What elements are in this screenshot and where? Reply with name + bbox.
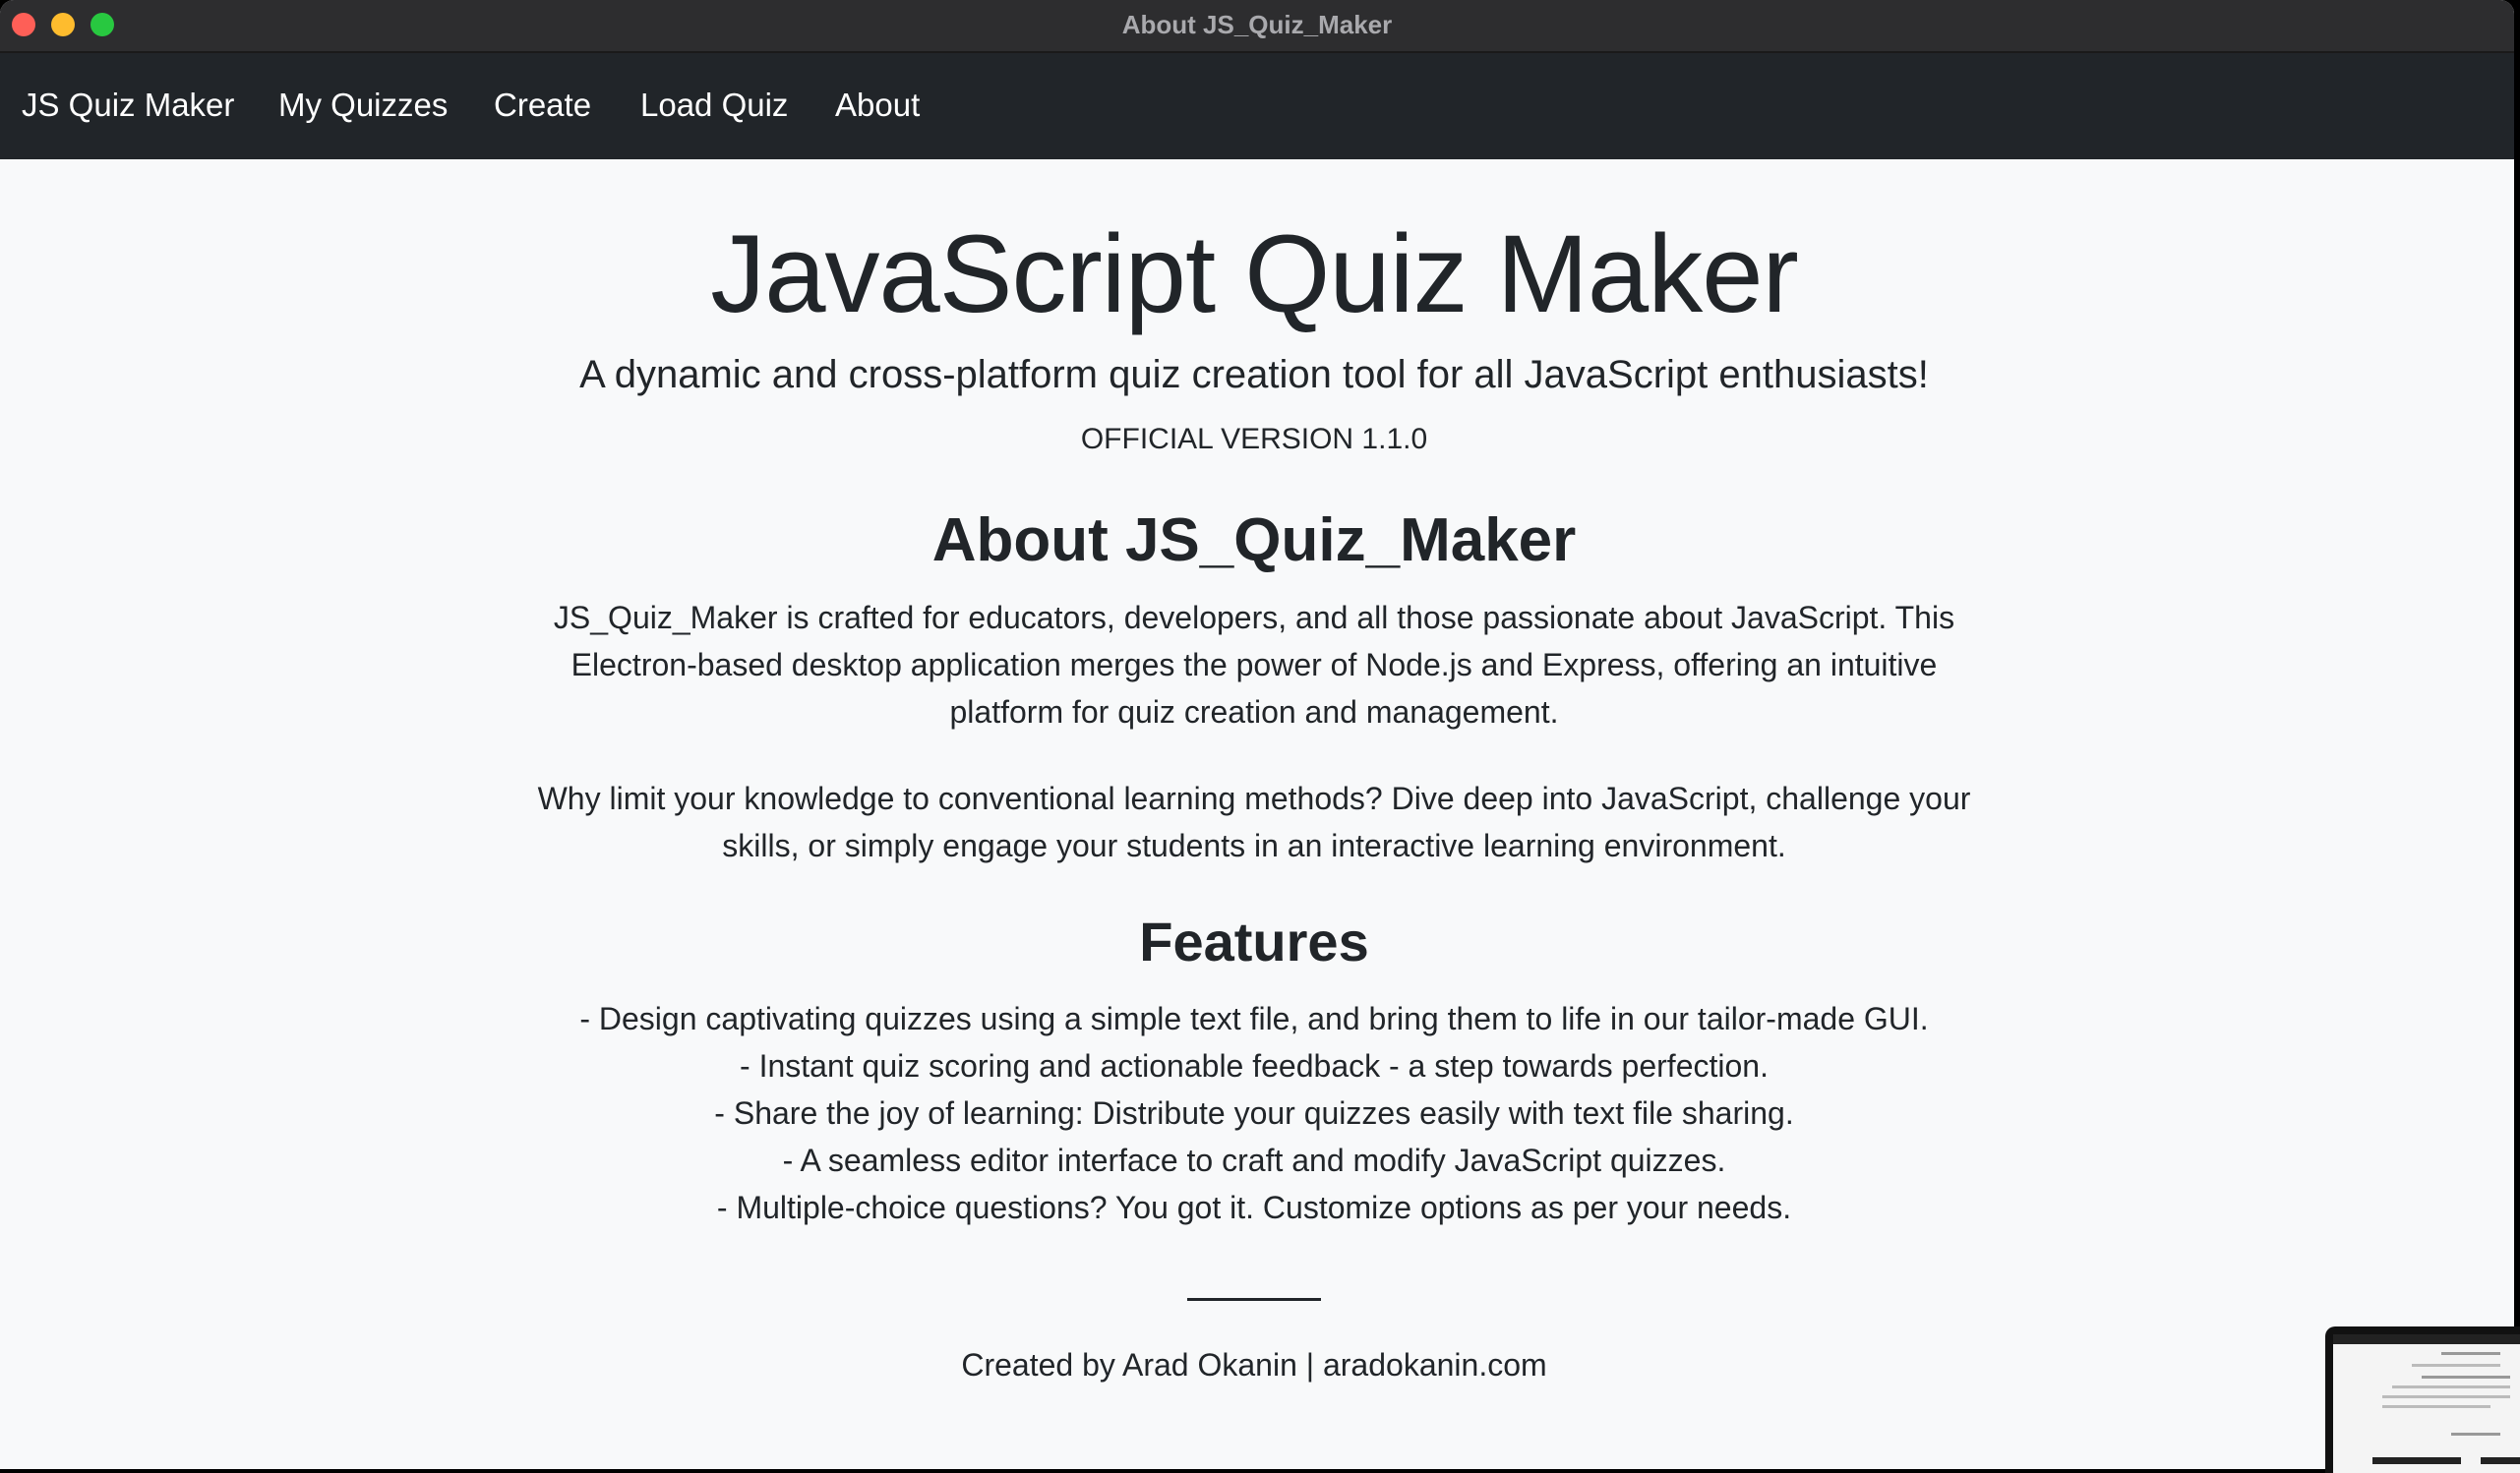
navbar: JS Quiz Maker My Quizzes Create Load Qui… (0, 53, 2514, 159)
hero-lead: A dynamic and cross-platform quiz creati… (579, 353, 1929, 396)
thumbnail-line (2382, 1405, 2490, 1408)
navbar-brand-link[interactable]: JS Quiz Maker (22, 87, 234, 124)
hero-title: JavaScript Quiz Maker (710, 212, 1799, 335)
feature-item: - A seamless editor interface to craft a… (782, 1143, 1726, 1178)
thumbnail-button (2481, 1457, 2520, 1464)
thumbnail-button (2372, 1457, 2461, 1464)
thumbnail-line (2382, 1395, 2510, 1398)
feature-item: - Share the joy of learning: Distribute … (714, 1095, 1794, 1131)
about-heading: About JS_Quiz_Maker (931, 506, 1577, 574)
nav-link-load-quiz[interactable]: Load Quiz (640, 87, 788, 124)
version-label: OFFICIAL VERSION 1.1.0 (1080, 423, 1428, 455)
nav-link-my-quizzes[interactable]: My Quizzes (278, 87, 448, 124)
thumbnail-navbar (2333, 1334, 2520, 1344)
nav-link-create[interactable]: Create (494, 87, 591, 124)
feature-item: - Design captivating quizzes using a sim… (579, 1001, 1929, 1036)
screenshot-preview-thumbnail[interactable] (2325, 1326, 2520, 1473)
thumbnail-line (2422, 1376, 2510, 1379)
thumbnail-line (2392, 1385, 2510, 1388)
title-bar[interactable]: About JS_Quiz_Maker (0, 0, 2514, 53)
thumbnail-line (2451, 1433, 2500, 1436)
footer-divider (1187, 1298, 1321, 1301)
feature-item: - Instant quiz scoring and actionable fe… (740, 1048, 1769, 1084)
about-paragraph-1: JS_Quiz_Maker is crafted for educators, … (553, 600, 1955, 730)
thumbnail-screen (2333, 1334, 2520, 1473)
footer-credit: Created by Arad Okanin | aradokanin.com (961, 1347, 1547, 1383)
features-heading: Features (1139, 911, 1369, 972)
feature-item: - Multiple-choice questions? You got it.… (716, 1190, 1792, 1225)
thumbnail-line (2412, 1364, 2500, 1367)
window-title: About JS_Quiz_Maker (1121, 10, 1393, 39)
thumbnail-line (2441, 1352, 2500, 1355)
nav-link-about[interactable]: About (835, 87, 920, 124)
features-list: - Design captivating quizzes using a sim… (0, 995, 2508, 1231)
about-paragraph-2: Why limit your knowledge to conventional… (537, 781, 1971, 863)
app-window: About JS_Quiz_Maker JS Quiz Maker My Qui… (0, 0, 2514, 1469)
screen-edge (2514, 0, 2520, 1473)
